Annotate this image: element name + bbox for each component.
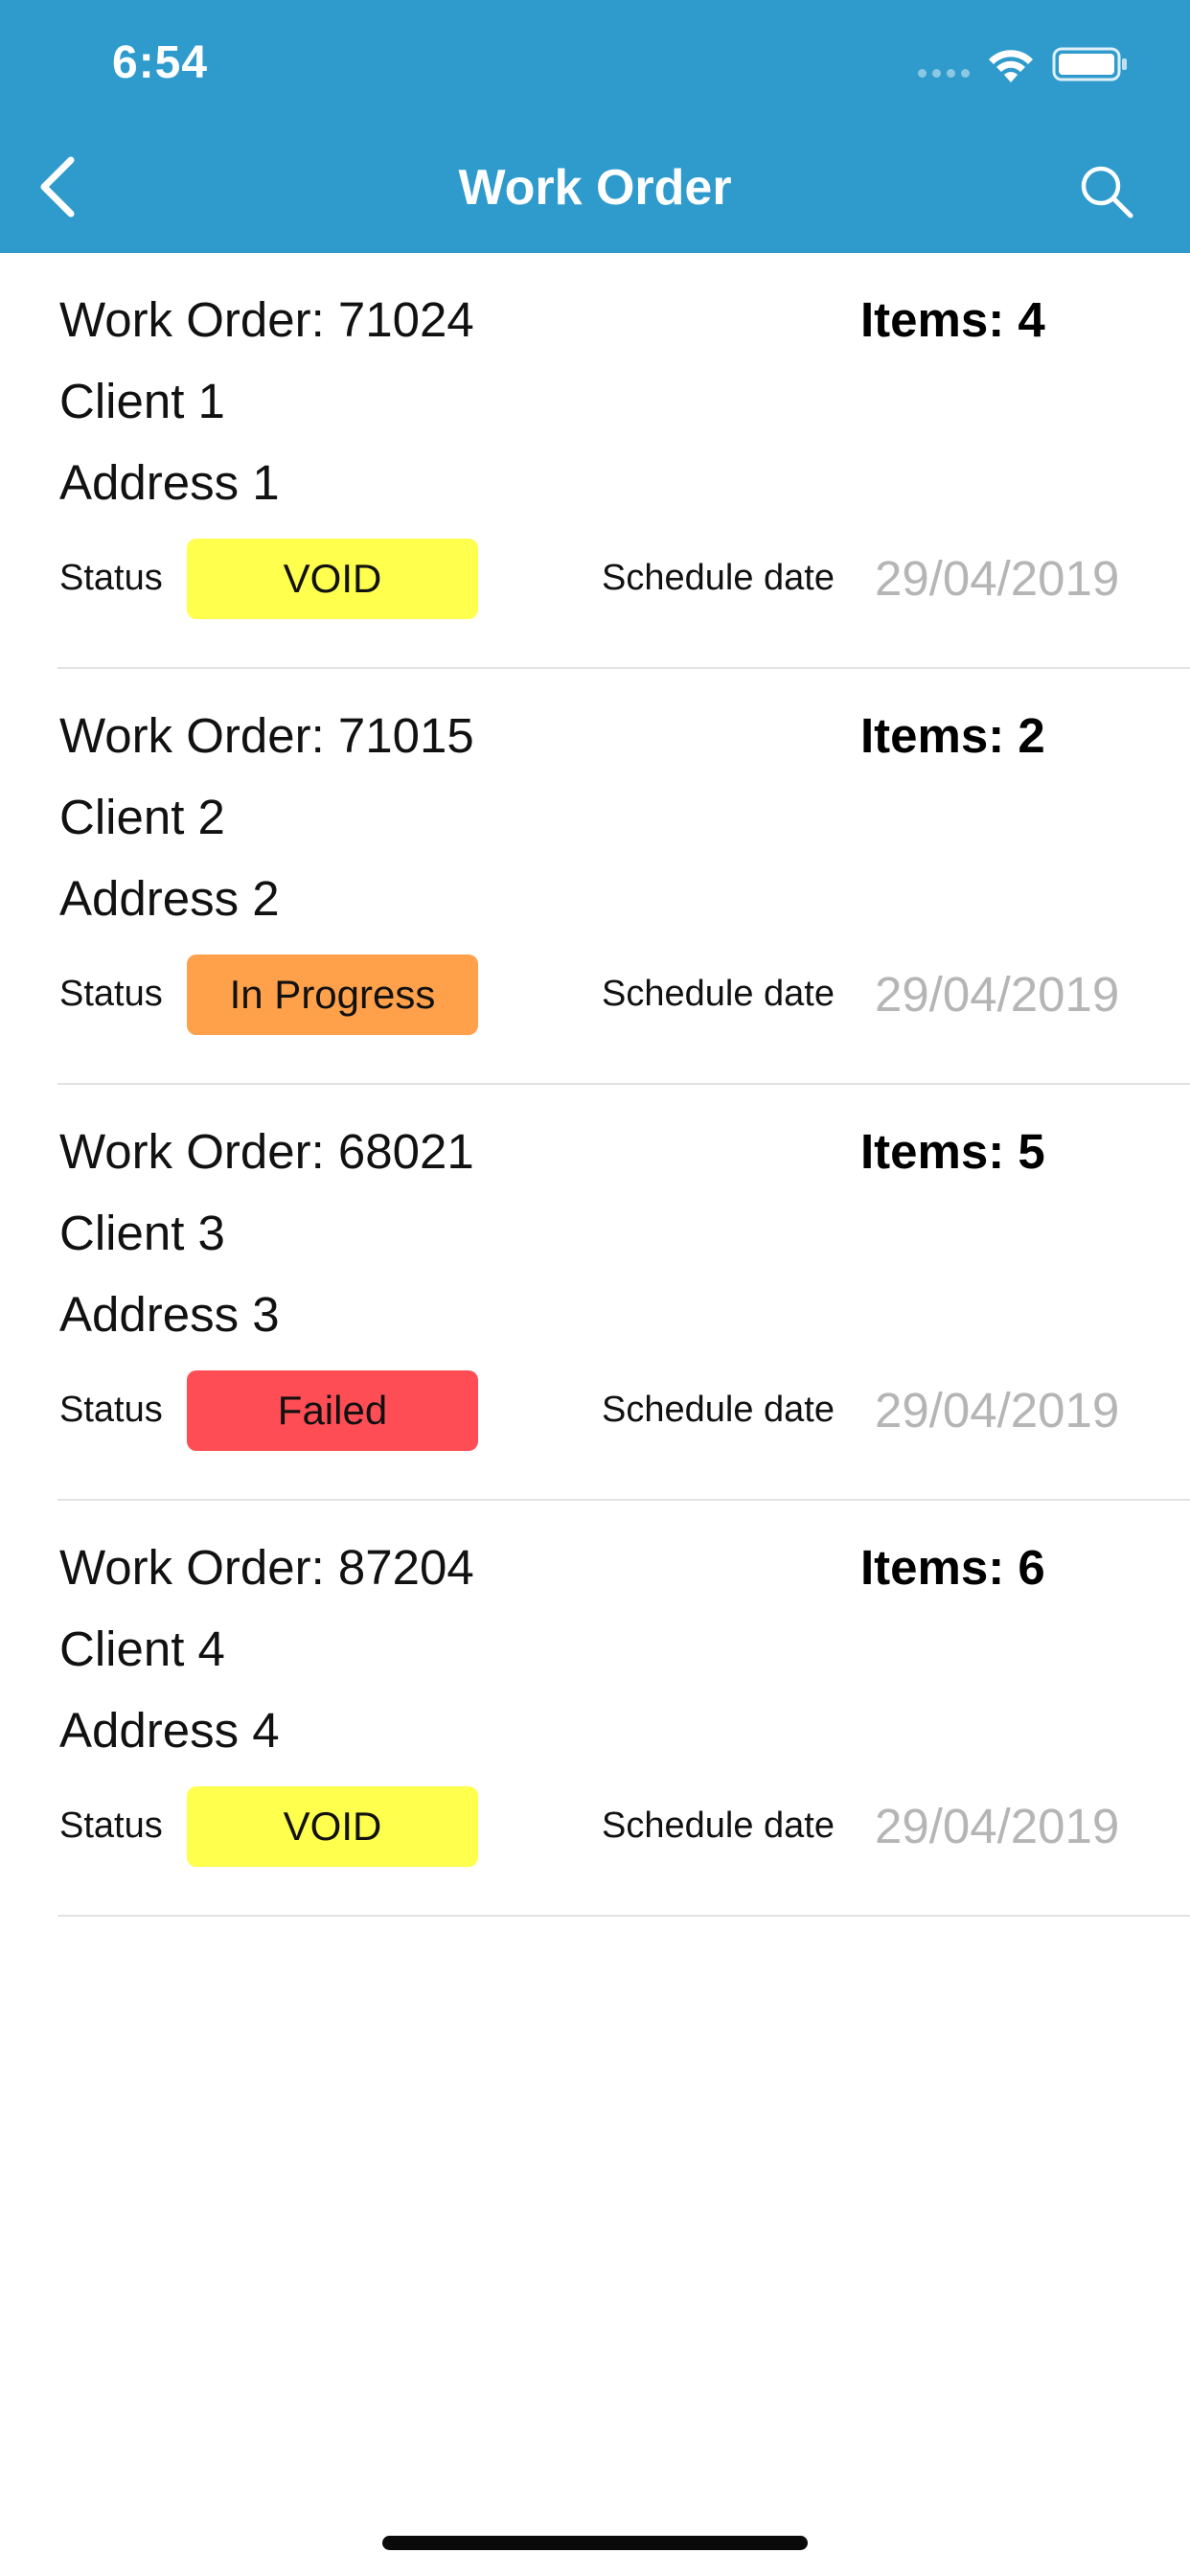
status-bar-time: 6:54 bbox=[112, 37, 209, 88]
items-count: Items: 2 bbox=[860, 708, 1045, 763]
page-title: Work Order bbox=[458, 160, 732, 216]
schedule-date-value: 29/04/2019 bbox=[875, 551, 1120, 606]
schedule-date-label: Schedule date bbox=[602, 1390, 835, 1430]
address: Address 1 bbox=[59, 455, 280, 510]
home-indicator[interactable] bbox=[382, 2536, 808, 2550]
status-label: Status bbox=[59, 974, 163, 1014]
status-badge: Failed bbox=[187, 1370, 478, 1451]
schedule-date-value: 29/04/2019 bbox=[875, 1799, 1120, 1853]
screen: 6:54 Work Order Work Order: 71024 Items:… bbox=[0, 0, 1190, 2576]
back-button[interactable] bbox=[29, 153, 86, 220]
wifi-icon bbox=[989, 50, 1033, 82]
status-badge: In Progress bbox=[187, 954, 478, 1035]
search-icon bbox=[1081, 166, 1133, 218]
items-count: Items: 4 bbox=[860, 292, 1045, 347]
work-order-number: Work Order: 71024 bbox=[59, 292, 474, 347]
status-label: Status bbox=[59, 1806, 163, 1846]
items-count: Items: 5 bbox=[860, 1124, 1045, 1179]
schedule-date-value: 29/04/2019 bbox=[875, 1383, 1120, 1438]
cellular-signal-icon bbox=[918, 69, 970, 78]
items-count: Items: 6 bbox=[860, 1540, 1045, 1595]
status-label: Status bbox=[59, 1390, 163, 1430]
schedule-date-label: Schedule date bbox=[602, 1806, 835, 1846]
schedule-date-label: Schedule date bbox=[602, 558, 835, 598]
client-name: Client 2 bbox=[59, 790, 225, 844]
client-name: Client 1 bbox=[59, 374, 225, 428]
address: Address 3 bbox=[59, 1287, 280, 1342]
address: Address 2 bbox=[59, 871, 280, 926]
work-order-card[interactable]: Work Order: 71024 Items: 4 Client 1 Addr… bbox=[57, 253, 1190, 669]
navigation-bar: 6:54 Work Order bbox=[0, 0, 1190, 253]
work-order-number: Work Order: 87204 bbox=[59, 1540, 474, 1595]
work-order-card[interactable]: Work Order: 71015 Items: 2 Client 2 Addr… bbox=[57, 669, 1190, 1085]
work-order-card[interactable]: Work Order: 87204 Items: 6 Client 4 Addr… bbox=[57, 1501, 1190, 1917]
search-button[interactable] bbox=[1073, 158, 1140, 225]
work-order-list: Work Order: 71024 Items: 4 Client 1 Addr… bbox=[0, 253, 1190, 1917]
client-name: Client 3 bbox=[59, 1206, 225, 1260]
client-name: Client 4 bbox=[59, 1622, 225, 1676]
schedule-date-value: 29/04/2019 bbox=[875, 967, 1120, 1022]
work-order-card[interactable]: Work Order: 68021 Items: 5 Client 3 Addr… bbox=[57, 1085, 1190, 1501]
work-order-number: Work Order: 68021 bbox=[59, 1124, 474, 1179]
work-order-number: Work Order: 71015 bbox=[59, 708, 474, 763]
status-badge: VOID bbox=[187, 539, 478, 619]
status-badge: VOID bbox=[187, 1786, 478, 1867]
battery-icon bbox=[1052, 47, 1127, 81]
address: Address 4 bbox=[59, 1703, 280, 1758]
status-label: Status bbox=[59, 558, 163, 598]
schedule-date-label: Schedule date bbox=[602, 974, 835, 1014]
chevron-left-icon bbox=[40, 156, 75, 218]
